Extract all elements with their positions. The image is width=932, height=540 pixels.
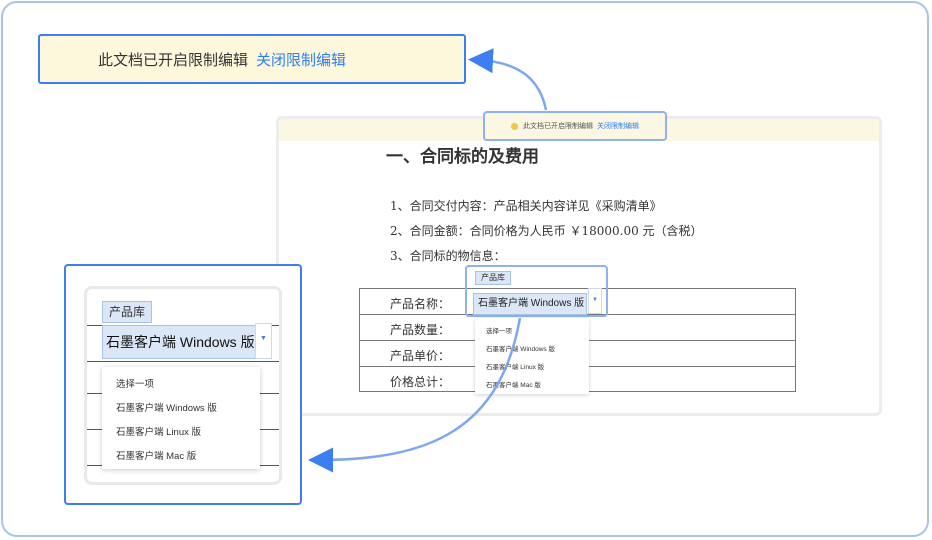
callout-arrows [308,48,548,473]
select-callout-arrow [308,317,522,473]
banner-callout-arrow [468,48,548,111]
